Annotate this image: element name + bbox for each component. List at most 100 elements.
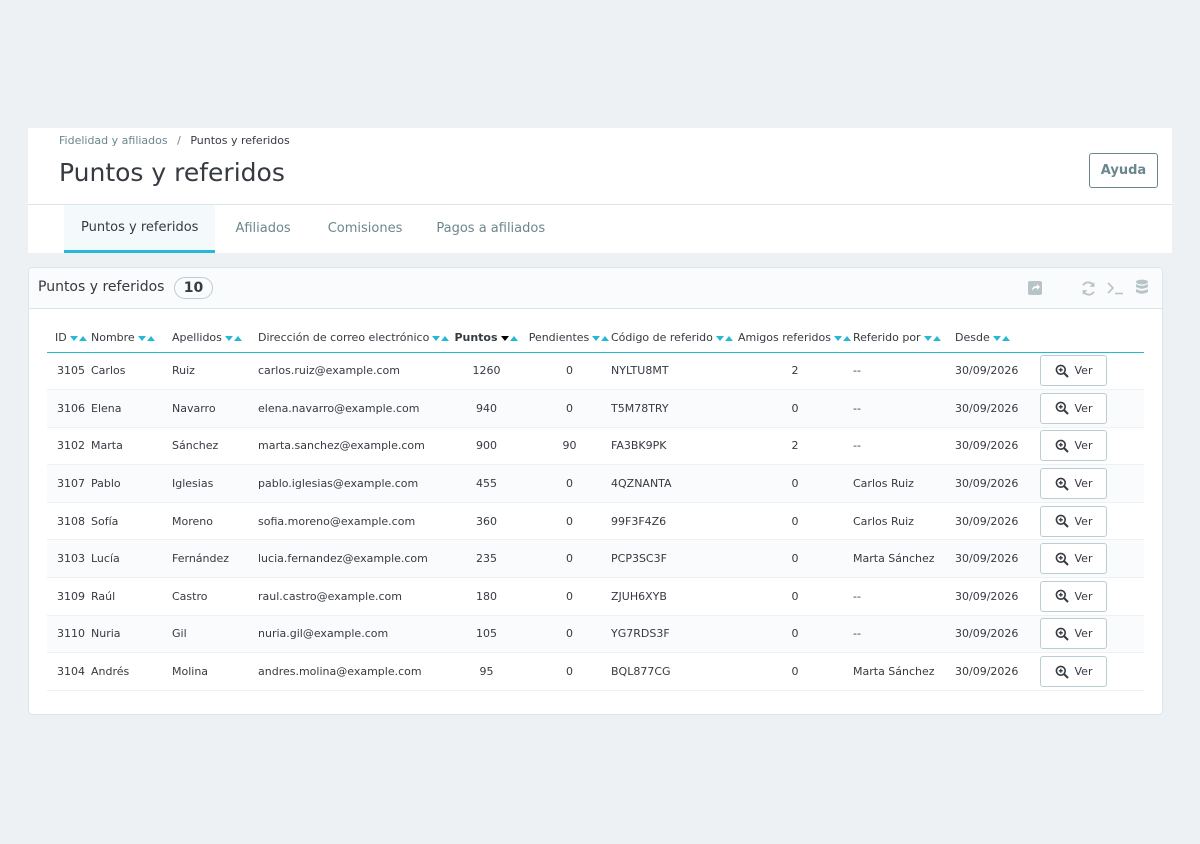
refresh-icon[interactable] bbox=[1079, 279, 1097, 297]
table-row: 3109 Raúl Castro raul.castro@example.com… bbox=[47, 577, 1144, 616]
sort-arrows-icon[interactable] bbox=[923, 335, 942, 341]
sort-asc-icon[interactable] bbox=[146, 335, 155, 341]
cell-id: 3107 bbox=[47, 464, 91, 503]
view-button[interactable]: Ver bbox=[1040, 392, 1107, 424]
cell-actions: Ver bbox=[1040, 352, 1144, 391]
cell-amigos: 2 bbox=[737, 427, 853, 466]
sort-asc-icon[interactable] bbox=[233, 335, 242, 341]
cell-desde: 30/09/2026 bbox=[955, 615, 1040, 654]
cell-actions: Ver bbox=[1040, 389, 1144, 428]
column-header-email: Dirección de correo electrónico bbox=[258, 324, 450, 353]
view-button-label: Ver bbox=[1074, 627, 1093, 641]
cell-pendientes: 0 bbox=[528, 539, 611, 579]
page-header: Fidelidad y afiliados / Puntos y referid… bbox=[28, 128, 1172, 253]
cell-desde: 30/09/2026 bbox=[955, 539, 1040, 579]
view-button[interactable]: Ver bbox=[1040, 505, 1107, 537]
view-button[interactable]: Ver bbox=[1040, 618, 1107, 650]
cell-apellidos: Ruiz bbox=[172, 352, 258, 391]
tab-pagos-a-afiliados[interactable]: Pagos a afiliados bbox=[419, 205, 562, 253]
cell-apellidos: Moreno bbox=[172, 502, 258, 541]
column-header-desde: Desde bbox=[955, 324, 1040, 353]
cell-desde: 30/09/2026 bbox=[955, 352, 1040, 391]
sort-desc-icon[interactable] bbox=[715, 335, 724, 341]
referrals-table: ID Nombre Apellidos Dirección de correo … bbox=[47, 324, 1144, 691]
view-button-label: Ver bbox=[1074, 477, 1093, 491]
cell-actions: Ver bbox=[1040, 464, 1144, 503]
cell-desde: 30/09/2026 bbox=[955, 502, 1040, 541]
sort-desc-icon[interactable] bbox=[432, 335, 441, 341]
sort-arrows-icon[interactable] bbox=[715, 335, 734, 341]
view-button[interactable]: Ver bbox=[1040, 580, 1107, 612]
column-header-nombre: Nombre bbox=[91, 324, 172, 353]
view-button[interactable]: Ver bbox=[1040, 656, 1107, 688]
cell-id: 3110 bbox=[47, 615, 91, 654]
sort-desc-icon[interactable] bbox=[137, 335, 146, 341]
cell-puntos: 235 bbox=[445, 539, 528, 579]
cell-puntos: 940 bbox=[445, 389, 528, 428]
sort-arrows-icon[interactable] bbox=[137, 335, 156, 341]
tab-afiliados[interactable]: Afiliados bbox=[215, 205, 310, 253]
cell-id: 3106 bbox=[47, 389, 91, 428]
cell-pendientes: 0 bbox=[528, 352, 611, 391]
cell-codigo: YG7RDS3F bbox=[611, 615, 737, 654]
sort-asc-icon[interactable] bbox=[78, 335, 87, 341]
cell-nombre: Lucía bbox=[91, 539, 172, 579]
cell-pendientes: 0 bbox=[528, 502, 611, 541]
view-button[interactable]: Ver bbox=[1040, 543, 1107, 575]
column-label: Nombre bbox=[91, 331, 135, 345]
sort-asc-icon[interactable] bbox=[601, 335, 610, 341]
zoom-in-icon bbox=[1055, 552, 1069, 566]
cell-codigo: T5M78TRY bbox=[611, 389, 737, 428]
sort-arrows-icon[interactable] bbox=[833, 335, 852, 341]
table-row: 3103 Lucía Fernández lucia.fernandez@exa… bbox=[47, 539, 1144, 579]
view-button[interactable]: Ver bbox=[1040, 355, 1107, 387]
sort-arrows-icon[interactable] bbox=[500, 335, 519, 341]
cell-desde: 30/09/2026 bbox=[955, 389, 1040, 428]
tab-comisiones[interactable]: Comisiones bbox=[311, 205, 420, 253]
sort-desc-icon[interactable] bbox=[992, 335, 1001, 341]
cell-actions: Ver bbox=[1040, 502, 1144, 541]
column-label: Puntos bbox=[454, 331, 498, 345]
cell-id: 3104 bbox=[47, 652, 91, 691]
sort-desc-icon[interactable] bbox=[224, 335, 233, 341]
sort-asc-icon[interactable] bbox=[509, 335, 518, 341]
sort-arrows-icon[interactable] bbox=[224, 335, 243, 341]
database-icon[interactable] bbox=[1133, 279, 1151, 297]
sort-asc-icon[interactable] bbox=[724, 335, 733, 341]
terminal-icon[interactable] bbox=[1106, 279, 1126, 297]
view-button[interactable]: Ver bbox=[1040, 468, 1107, 500]
sort-asc-icon[interactable] bbox=[932, 335, 941, 341]
cell-apellidos: Navarro bbox=[172, 389, 258, 428]
breadcrumb-parent-link[interactable]: Fidelidad y afiliados bbox=[59, 134, 168, 147]
view-button[interactable]: Ver bbox=[1040, 430, 1107, 462]
cell-id: 3105 bbox=[47, 352, 91, 391]
view-button-label: Ver bbox=[1074, 401, 1093, 415]
sort-arrows-icon[interactable] bbox=[592, 335, 610, 341]
cell-pendientes: 0 bbox=[528, 577, 611, 616]
table-row: 3102 Marta Sánchez marta.sanchez@example… bbox=[47, 427, 1144, 466]
cell-desde: 30/09/2026 bbox=[955, 577, 1040, 616]
sort-arrows-icon[interactable] bbox=[69, 335, 88, 341]
sort-asc-icon[interactable] bbox=[441, 335, 450, 341]
cell-amigos: 0 bbox=[737, 615, 853, 654]
sort-desc-icon[interactable] bbox=[833, 335, 842, 341]
sort-desc-icon[interactable] bbox=[592, 335, 601, 341]
sort-desc-active-icon[interactable] bbox=[500, 335, 509, 341]
export-icon[interactable] bbox=[1026, 279, 1044, 297]
panel-title: Puntos y referidos bbox=[38, 279, 165, 295]
sort-arrows-icon[interactable] bbox=[992, 335, 1011, 341]
sort-arrows-icon[interactable] bbox=[432, 335, 450, 341]
sort-desc-icon[interactable] bbox=[69, 335, 78, 341]
zoom-in-icon bbox=[1055, 514, 1069, 528]
cell-nombre: Marta bbox=[91, 427, 172, 466]
cell-amigos: 2 bbox=[737, 352, 853, 391]
tab-puntos-y-referidos[interactable]: Puntos y referidos bbox=[64, 205, 216, 253]
sort-asc-icon[interactable] bbox=[842, 335, 851, 341]
column-header-pendientes: Pendientes bbox=[528, 324, 611, 353]
sort-desc-icon[interactable] bbox=[923, 335, 932, 341]
cell-pendientes: 0 bbox=[528, 464, 611, 503]
column-label: Amigos referidos bbox=[738, 331, 831, 345]
help-button[interactable]: Ayuda bbox=[1089, 153, 1158, 188]
sort-asc-icon[interactable] bbox=[1001, 335, 1010, 341]
zoom-in-icon bbox=[1055, 589, 1069, 604]
